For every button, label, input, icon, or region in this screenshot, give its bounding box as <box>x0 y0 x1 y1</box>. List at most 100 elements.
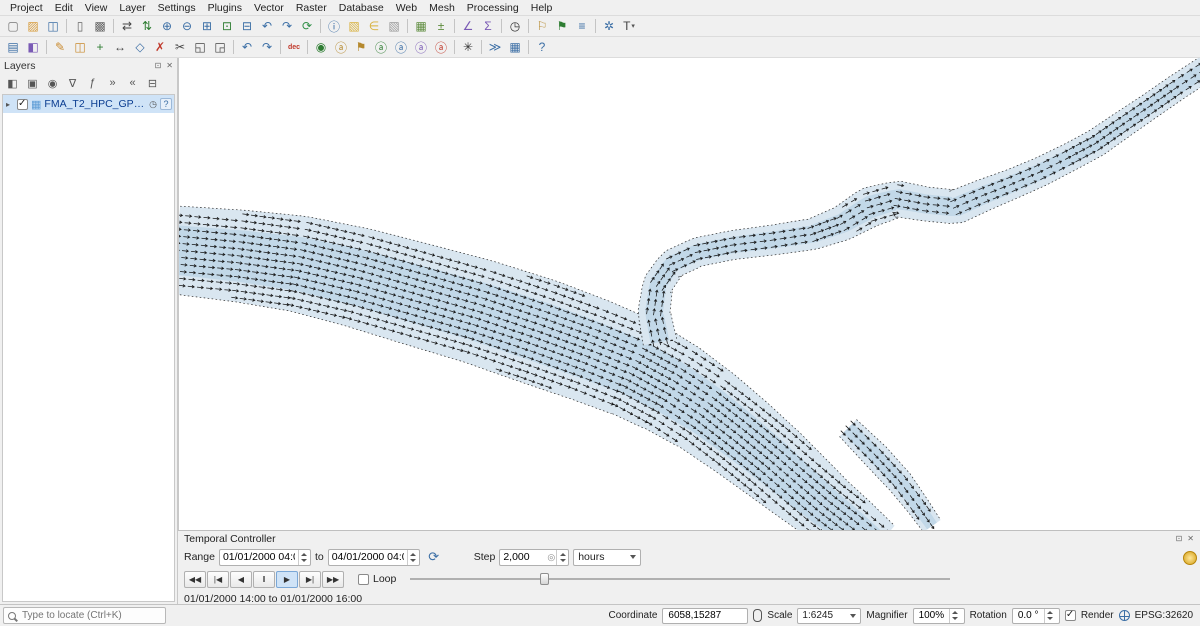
float-panel-icon[interactable]: ⊡ <box>155 61 162 70</box>
coordinate-input[interactable] <box>666 609 744 622</box>
save-project-icon[interactable]: ◫ <box>43 17 63 36</box>
map-canvas[interactable] <box>178 58 1200 530</box>
range-end-input[interactable] <box>329 551 407 563</box>
label-move-icon[interactable]: ⓐ <box>391 38 411 57</box>
layer-styling-icon[interactable]: ◧ <box>23 38 43 57</box>
filter-legend-icon[interactable]: ∇ <box>63 75 82 92</box>
copy-features-icon[interactable]: ◱ <box>190 38 210 57</box>
expander-icon[interactable]: ▸ <box>6 100 14 109</box>
last-frame-button[interactable]: ▶| <box>299 571 321 588</box>
zoom-to-selection-icon[interactable]: ⊡ <box>217 17 237 36</box>
first-frame-button[interactable]: |◀ <box>207 571 229 588</box>
mesh-calculator-icon[interactable]: ▦ <box>505 38 525 57</box>
locate-input[interactable] <box>20 609 165 622</box>
pause-button[interactable]: ‖ <box>253 571 275 588</box>
refresh-map-icon[interactable]: ⟳ <box>297 17 317 36</box>
menu-plugins[interactable]: Plugins <box>202 1 248 15</box>
statistical-summary-icon[interactable]: Σ <box>478 17 498 36</box>
menu-project[interactable]: Project <box>4 1 49 15</box>
map-tips-icon[interactable]: ⚐ <box>532 17 552 36</box>
label-rotate-icon[interactable]: ⓐ <box>411 38 431 57</box>
layer-visibility-checkbox[interactable] <box>17 99 28 110</box>
range-end-spinner[interactable] <box>407 550 419 565</box>
cut-features-icon[interactable]: ✂ <box>170 38 190 57</box>
step-spinner[interactable] <box>556 550 568 565</box>
zoom-out-icon[interactable]: ⊖ <box>177 17 197 36</box>
deselect-features-icon[interactable]: ▧ <box>384 17 404 36</box>
zoom-to-layer-icon[interactable]: ⊟ <box>237 17 257 36</box>
label-change-icon[interactable]: ⓐ <box>431 38 451 57</box>
measure-line-icon[interactable]: ∠ <box>458 17 478 36</box>
label-pin-icon[interactable]: ⚑ <box>351 38 371 57</box>
pan-map-icon[interactable]: ⇄ <box>117 17 137 36</box>
save-layer-edits-icon[interactable]: ◫ <box>70 38 90 57</box>
menu-web[interactable]: Web <box>390 1 423 15</box>
vertex-tool-icon[interactable]: ◇ <box>130 38 150 57</box>
menu-raster[interactable]: Raster <box>290 1 333 15</box>
identify-features-icon[interactable]: ⓘ <box>324 17 344 36</box>
select-by-expression-icon[interactable]: ∈ <box>364 17 384 36</box>
range-start-input[interactable] <box>220 551 298 563</box>
time-slider[interactable] <box>410 571 950 587</box>
add-group-icon[interactable]: ▣ <box>23 75 42 92</box>
decorations-icon[interactable]: dec <box>284 38 304 57</box>
menu-settings[interactable]: Settings <box>152 1 202 15</box>
manage-map-themes-icon[interactable]: ◉ <box>43 75 62 92</box>
remove-layer-icon[interactable]: ⊟ <box>143 75 162 92</box>
magnifier-spinner[interactable] <box>949 609 961 623</box>
temporal-controller-toggle-icon[interactable]: ◷ <box>505 17 525 36</box>
layer-row[interactable]: ▸ ▦ FMA_T2_HPC_GPU_PU1_10 ◷ ? <box>3 95 174 113</box>
undo-icon[interactable]: ↶ <box>237 38 257 57</box>
layer-label[interactable]: FMA_T2_HPC_GPU_PU1_10 <box>44 98 146 110</box>
select-features-icon[interactable]: ▧ <box>344 17 364 36</box>
osm-place-search-icon[interactable]: ◉ <box>311 38 331 57</box>
paste-features-icon[interactable]: ◲ <box>210 38 230 57</box>
menu-database[interactable]: Database <box>333 1 390 15</box>
extent-toggle-icon[interactable] <box>753 609 762 622</box>
field-calculator-icon[interactable]: ± <box>431 17 451 36</box>
float-panel-icon[interactable]: ⊡ <box>1176 534 1183 543</box>
menu-layer[interactable]: Layer <box>113 1 151 15</box>
fast-rewind-button[interactable]: ◀◀ <box>184 571 206 588</box>
loop-checkbox[interactable] <box>358 574 369 585</box>
menu-mesh[interactable]: Mesh <box>423 1 461 15</box>
pan-to-selection-icon[interactable]: ⇅ <box>137 17 157 36</box>
show-layout-manager-icon[interactable]: ▩ <box>90 17 110 36</box>
close-panel-icon[interactable]: ✕ <box>166 61 173 70</box>
layer-help-indicator[interactable]: ? <box>160 98 172 110</box>
step-input[interactable] <box>500 551 546 563</box>
crs-code[interactable]: EPSG:32620 <box>1135 610 1193 621</box>
show-bookmarks-icon[interactable]: ≡ <box>572 17 592 36</box>
refresh-range-icon[interactable]: ⟳ <box>424 548 444 566</box>
temporal-settings-icon[interactable] <box>1183 551 1197 565</box>
slider-handle[interactable] <box>540 573 549 585</box>
label-show-labels-icon[interactable]: ⓐ <box>331 38 351 57</box>
move-feature-icon[interactable]: ↔ <box>110 38 130 57</box>
zoom-in-icon[interactable]: ⊕ <box>157 17 177 36</box>
collapse-all-icon[interactable]: « <box>123 75 142 92</box>
render-checkbox[interactable] <box>1065 610 1076 621</box>
filter-by-expression-icon[interactable]: ƒ <box>83 75 102 92</box>
crs-globe-icon[interactable] <box>1119 610 1130 621</box>
step-unit-combo[interactable]: hours <box>573 549 641 566</box>
new-spatial-bookmark-icon[interactable]: ⚑ <box>552 17 572 36</box>
redo-icon[interactable]: ↷ <box>257 38 277 57</box>
menu-view[interactable]: View <box>79 1 114 15</box>
menu-help[interactable]: Help <box>525 1 559 15</box>
magnifier-input[interactable] <box>917 609 949 622</box>
zoom-next-icon[interactable]: ↷ <box>277 17 297 36</box>
scale-combo[interactable]: 1:6245 <box>797 608 861 624</box>
new-print-layout-icon[interactable]: ▯ <box>70 17 90 36</box>
close-panel-icon[interactable]: ✕ <box>1187 534 1194 543</box>
range-start-spinner[interactable] <box>298 550 310 565</box>
processing-toolbox-icon[interactable]: ✲ <box>599 17 619 36</box>
rotation-spinner[interactable] <box>1044 609 1056 623</box>
rotation-input[interactable] <box>1016 609 1044 622</box>
expand-all-icon[interactable]: » <box>103 75 122 92</box>
add-feature-icon[interactable]: + <box>90 38 110 57</box>
text-annotation-icon[interactable]: T▾ <box>619 17 639 36</box>
menu-vector[interactable]: Vector <box>248 1 290 15</box>
zoom-full-icon[interactable]: ⊞ <box>197 17 217 36</box>
previous-frame-button[interactable]: ◀ <box>230 571 252 588</box>
label-highlight-icon[interactable]: ⓐ <box>371 38 391 57</box>
